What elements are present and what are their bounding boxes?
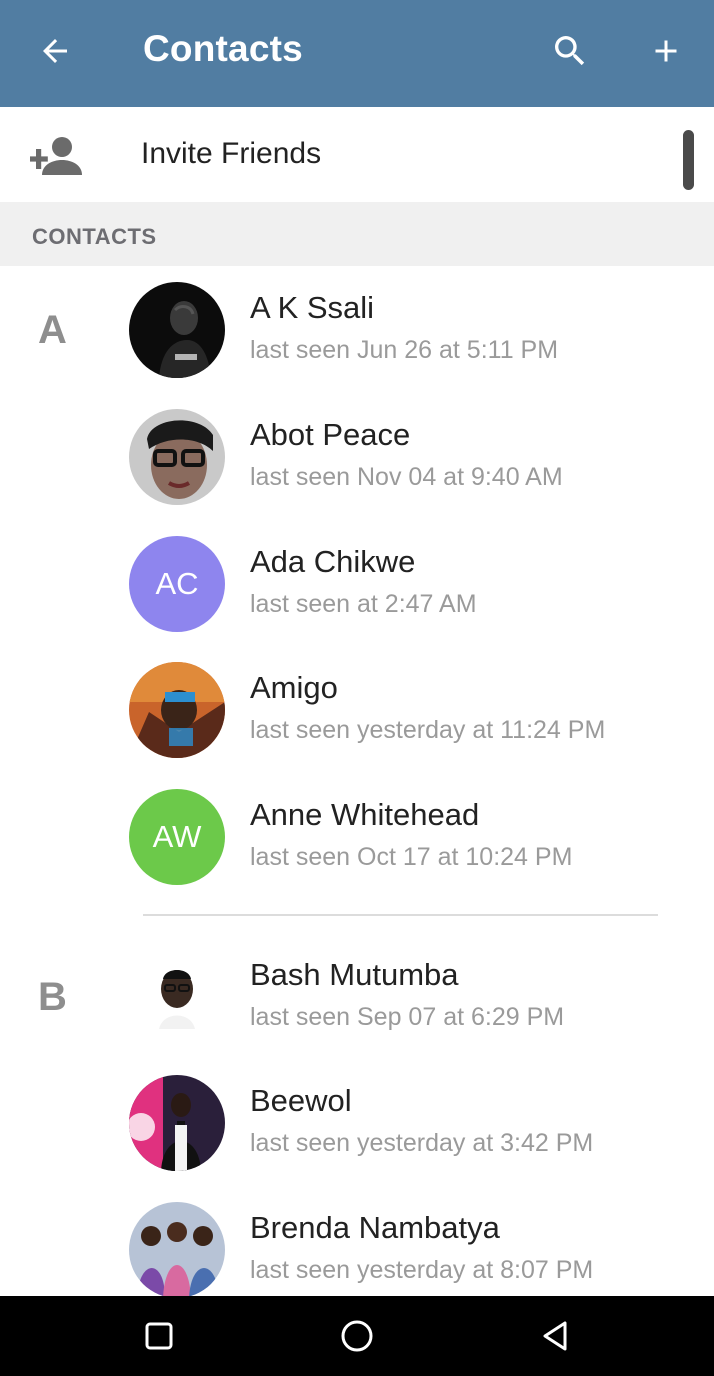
contact-row[interactable]: Bash Mutumba last seen Sep 07 at 6:29 PM: [0, 933, 714, 1060]
section-label: CONTACTS: [32, 224, 157, 249]
contact-row[interactable]: A K Ssali last seen Jun 26 at 5:11 PM: [0, 266, 714, 393]
contact-name: Bash Mutumba: [250, 957, 459, 992]
search-icon: [555, 36, 585, 66]
contacts-section-header: CONTACTS: [0, 202, 714, 266]
page-title: Contacts: [143, 28, 303, 69]
square-icon: [145, 1322, 173, 1350]
contact-row[interactable]: Beewol last seen yesterday at 3:42 PM: [0, 1059, 714, 1186]
section-divider: [143, 914, 658, 916]
avatar: [129, 949, 225, 1045]
contact-name: Amigo: [250, 670, 338, 705]
app-bar: Contacts: [0, 0, 714, 107]
contact-row[interactable]: AC Ada Chikwe last seen at 2:47 AM: [0, 520, 714, 647]
contact-status: last seen Nov 04 at 9:40 AM: [250, 463, 563, 491]
invite-friends-label: Invite Friends: [141, 137, 322, 170]
plus-icon: [655, 40, 677, 62]
contact-name: Anne Whitehead: [250, 797, 480, 832]
contact-row[interactable]: Brenda Nambatya last seen yesterday at 8…: [0, 1186, 714, 1313]
contact-status: last seen Jun 26 at 5:11 PM: [250, 336, 559, 364]
contact-status: last seen yesterday at 8:07 PM: [250, 1256, 594, 1284]
circle-icon: [341, 1320, 373, 1352]
contact-row[interactable]: AW Anne Whitehead last seen Oct 17 at 10…: [0, 773, 714, 900]
add-contact-button[interactable]: [642, 27, 690, 75]
contact-status: last seen yesterday at 11:24 PM: [250, 716, 606, 744]
avatar: [129, 282, 225, 378]
contact-name: Ada Chikwe: [250, 544, 416, 579]
system-nav-bar: [0, 1296, 714, 1376]
avatar: [129, 409, 225, 505]
contact-row[interactable]: Amigo last seen yesterday at 11:24 PM: [0, 646, 714, 773]
avatar-initials: AW: [129, 789, 225, 885]
contact-status: last seen Oct 17 at 10:24 PM: [250, 843, 573, 871]
scrollbar[interactable]: [683, 130, 694, 190]
back-button[interactable]: [31, 27, 79, 75]
person-add-icon: [30, 137, 82, 175]
system-back-button[interactable]: [532, 1312, 580, 1360]
home-button[interactable]: [333, 1312, 381, 1360]
contact-name: Beewol: [250, 1083, 352, 1118]
triangle-back-icon: [543, 1321, 567, 1351]
avatar: [129, 662, 225, 758]
avatar-initials: AC: [129, 536, 225, 632]
contact-row[interactable]: Abot Peace last seen Nov 04 at 9:40 AM: [0, 393, 714, 520]
contact-status: last seen at 2:47 AM: [250, 590, 477, 618]
avatar: [129, 1075, 225, 1171]
avatar: [129, 1202, 225, 1298]
contact-name: Abot Peace: [250, 417, 411, 452]
contact-name: A K Ssali: [250, 290, 375, 325]
contact-name: Brenda Nambatya: [250, 1210, 500, 1245]
contact-status: last seen Sep 07 at 6:29 PM: [250, 1003, 565, 1031]
invite-friends-row[interactable]: Invite Friends: [0, 107, 714, 202]
contact-status: last seen yesterday at 3:42 PM: [250, 1129, 594, 1157]
arrow-left-icon: [43, 39, 67, 63]
recents-button[interactable]: [135, 1312, 183, 1360]
search-button[interactable]: [546, 27, 594, 75]
